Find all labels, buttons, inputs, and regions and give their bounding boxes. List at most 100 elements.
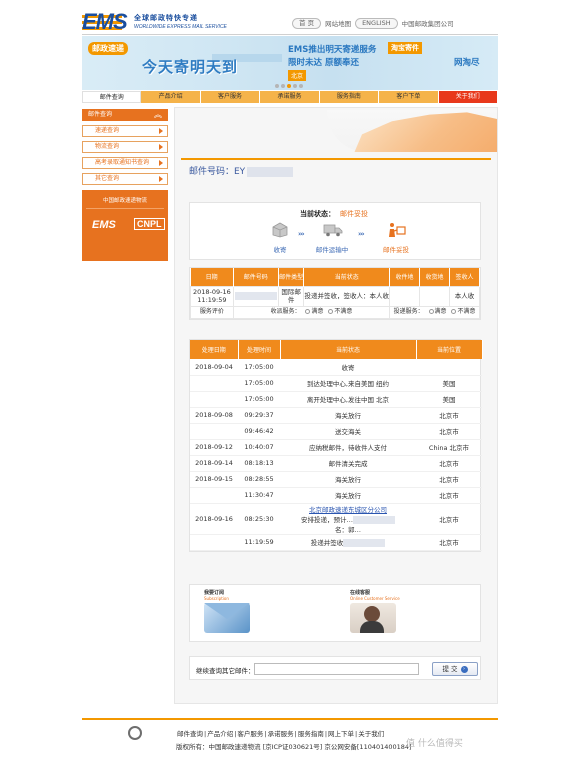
cell-location: 北京市 (416, 503, 482, 535)
online-service-card[interactable]: 在线客服 Online Customer Service (350, 589, 405, 639)
cell-time: 17:05:00 (238, 375, 280, 392)
banner-badge: 邮政速递 (88, 42, 128, 55)
radio-satisfied[interactable] (428, 309, 434, 314)
step-delivered: 邮件妥投 (378, 222, 414, 258)
footer-link[interactable]: 邮件查询 (177, 730, 203, 738)
query-input[interactable] (254, 663, 419, 675)
cell-location: 北京市 (416, 423, 482, 440)
nav-commitment[interactable]: 承诺服务 (260, 91, 320, 103)
radio-satisfied[interactable] (305, 309, 311, 314)
nav-products[interactable]: 产品介绍 (141, 91, 201, 103)
cell-location: 美国 (416, 391, 482, 408)
cell-status-text: 投递并签收 (310, 539, 344, 547)
col-current-status: 当前状态 (280, 340, 417, 359)
footer-link[interactable]: 客户服务 (237, 730, 263, 738)
cell-time: 09:46:42 (238, 423, 280, 440)
pager-dot[interactable] (293, 84, 297, 88)
pager-dot[interactable] (275, 84, 279, 88)
cell-status: 邮件清关完成 (280, 455, 416, 472)
chevrons-icon: ››› (298, 230, 305, 238)
nav-mail-query[interactable]: 邮件查询 (82, 91, 142, 103)
sidebar-item-logistics[interactable]: 物流查询 (82, 141, 168, 153)
pager-dot[interactable] (299, 84, 303, 88)
nav-guide[interactable]: 服务指南 (319, 91, 380, 103)
cell-date (190, 534, 238, 551)
subscribe-card[interactable]: 我要订阅 Subscription (204, 589, 259, 639)
chevron-up-icon[interactable]: ︽ (154, 109, 162, 121)
table-row: 2018-09-15 08:28:55 海关放行 北京市 (190, 471, 482, 488)
arrow-right-icon (159, 128, 163, 134)
footer-links: 邮件查询|产品介绍|客户服务|承诺服务|服务指南|网上下单|关于我们 (177, 730, 385, 738)
col-type: 邮件类型 (278, 268, 305, 286)
banner-right-text: 网淘尽 (454, 58, 480, 68)
police-emblem-icon[interactable] (128, 726, 142, 740)
box-icon (271, 222, 289, 238)
cell-location: China 北京市 (416, 439, 482, 456)
sidebar-header[interactable]: 邮件查询 ︽ (82, 109, 168, 121)
top-nav-sitemap[interactable]: 网站地图 (325, 18, 351, 28)
footer-link[interactable]: 网上下单 (328, 730, 354, 738)
delivery-office-link[interactable]: 北京邮政速递东城区分公司 (280, 504, 416, 514)
footer-link[interactable]: 产品介绍 (207, 730, 233, 738)
nav-about[interactable]: 关于我们 (438, 91, 498, 103)
radio-unsatisfied[interactable] (328, 309, 334, 314)
redacted-block (234, 292, 277, 300)
sidebar-ad[interactable]: 中国邮政速递物流 EMS CNPL (82, 190, 168, 261)
footer-link[interactable]: 服务指南 (298, 730, 324, 738)
cell-time: 11:30:47 (238, 487, 280, 504)
col-process-time: 处理时间 (238, 340, 281, 359)
top-nav-group[interactable]: 中国邮政集团公司 (402, 18, 454, 28)
sidebar: 邮件查询 ︽ 速递查询 物流查询 高考录取通知书查询 其它查询 (82, 109, 168, 185)
table-row: 2018-09-08 09:29:37 海关放行 北京市 (190, 407, 482, 424)
arrow-right-icon (159, 176, 163, 182)
cell-time: 17:05:00 (238, 391, 280, 408)
copyright: 版权所有：中国邮政速递物流 [京ICP证030621号] 京公网安备[11040… (176, 743, 412, 751)
footer-link[interactable]: 承诺服务 (268, 730, 294, 738)
submit-button[interactable]: 提 交 › (432, 662, 478, 676)
radio-label: 不满意 (457, 308, 476, 315)
cell-status: 应纳税邮件，待收件人支付 (280, 439, 416, 456)
status-line2: 安排投递，预计… (301, 515, 353, 524)
eval-label: 服务评价 (190, 305, 234, 319)
sidebar-item-other[interactable]: 其它查询 (82, 173, 168, 185)
cell-date (190, 391, 238, 408)
top-nav-home[interactable]: 首 页 (292, 17, 322, 29)
col-destination: 收货地 (419, 268, 451, 286)
sidebar-title: 邮件查询 (88, 111, 113, 118)
mail-number-label: 邮件号码：EY (189, 167, 246, 177)
pager-dot[interactable] (281, 84, 285, 88)
sidebar-item-exam-notice[interactable]: 高考录取通知书查询 (82, 157, 168, 169)
redacted-block (247, 166, 294, 177)
nav-customer-service[interactable]: 客户服务 (200, 91, 261, 103)
card-title: 我要订阅 (204, 590, 225, 596)
ems-logo[interactable]: EMS 全球邮政特快专递 WORLDWIDE EXPRESS MAIL SERV… (82, 7, 252, 35)
cell-location: 北京市 (416, 455, 482, 472)
sidebar-item-express[interactable]: 速递查询 (82, 125, 168, 137)
content-divider (181, 158, 491, 160)
card-title: 在线客服 (350, 590, 371, 596)
pager-dot-active[interactable] (287, 84, 291, 88)
radio-label: 不满意 (334, 308, 353, 315)
logo-en-text: WORLDWIDE EXPRESS MAIL SERVICE (134, 24, 227, 30)
continue-query-bar: 继续查询其它邮件： 提 交 › (189, 656, 481, 680)
cell-type: 国际邮件 (277, 285, 305, 307)
cell-time: 09:29:37 (238, 407, 280, 424)
radio-label: 满意 (434, 308, 447, 315)
delivered-icon (387, 222, 406, 238)
watermark: 值 什么值得买 (406, 736, 463, 749)
footer-link[interactable]: 关于我们 (358, 730, 384, 738)
banner-headline: 今天寄明天到 (142, 58, 239, 76)
top-nav-english[interactable]: ENGLISH (355, 17, 398, 29)
nav-order[interactable]: 客户下单 (379, 91, 439, 103)
submit-label: 提 交 (442, 665, 458, 673)
cell-location: 美国 (416, 375, 482, 392)
table-row: 2018-09-14 08:18:13 邮件清关完成 北京市 (190, 455, 482, 472)
summary-table: 日期 邮件号码 邮件类型 当前状态 收件地 收货地 签收人 2018-09-16… (189, 267, 481, 320)
arrow-circle-icon: › (460, 665, 468, 673)
radio-unsatisfied[interactable] (451, 309, 457, 314)
cell-status: 到达处理中心,来自美国 纽约 (280, 375, 416, 392)
cell-time: 10:40:07 (238, 439, 280, 456)
promo-banner[interactable]: 邮政速递 今天寄明天到 EMS推出明天寄递服务 限时未达 原额奉还 北京 淘宝寄… (82, 36, 498, 90)
table-row: 11:19:59 投递并签收 北京市 (190, 534, 482, 551)
cell-destination (419, 285, 451, 307)
